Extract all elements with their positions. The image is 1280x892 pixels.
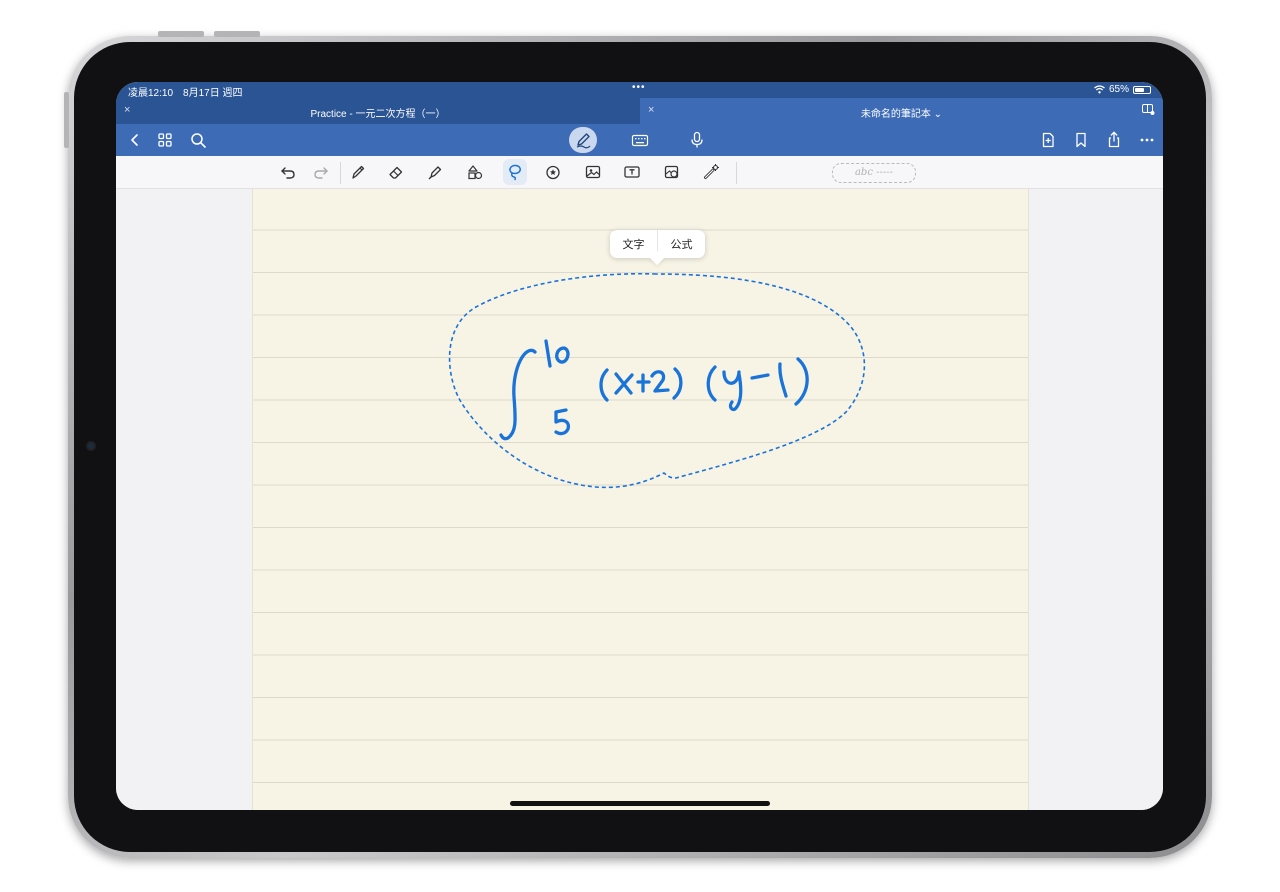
tab-title: Practice - 一元二次方程（一） [310,109,446,120]
volume-button [214,31,260,37]
lasso-icon[interactable] [505,162,525,182]
camera-icon[interactable] [662,162,682,182]
battery-percent: 65% [1108,84,1129,95]
pen-mode-icon[interactable] [572,129,594,151]
front-camera [88,443,94,449]
sticker-icon[interactable] [543,162,563,182]
wifi-icon [1094,85,1105,94]
highlighter-icon[interactable] [425,162,445,182]
lasso-convert-popup: 文字 公式 [610,230,705,266]
microphone-icon[interactable] [686,129,708,151]
convert-to-formula-button[interactable]: 公式 [657,230,705,258]
textbox-icon[interactable] [622,162,642,182]
laser-pointer-icon[interactable] [701,162,721,182]
battery-icon [1133,85,1151,94]
redo-icon[interactable] [311,162,331,182]
split-view-icon[interactable] [1141,102,1155,116]
shapes-icon[interactable] [465,162,485,182]
keyboard-icon[interactable] [629,129,651,151]
more-icon[interactable] [1136,129,1158,151]
note-page[interactable] [252,189,1029,810]
screen: × Practice - 一元二次方程（一） × 未命名的筆記本 ⌄ 凌晨12:… [116,82,1163,810]
image-icon[interactable] [583,162,603,182]
multitask-dots-icon[interactable]: ••• [632,82,646,93]
title-bar: × Practice - 一元二次方程（一） × 未命名的筆記本 ⌄ 凌晨12:… [116,82,1163,124]
drawing-tools-bar: abc ----- [116,156,1163,189]
handwriting-hint[interactable]: abc ----- [832,163,916,183]
bookmark-icon[interactable] [1070,129,1092,151]
undo-icon[interactable] [278,162,298,182]
tab-title: 未命名的筆記本 ⌄ [860,109,943,120]
tab-practice[interactable]: × Practice - 一元二次方程（一） [116,98,640,124]
tab-untitled-notebook[interactable]: × 未命名的筆記本 ⌄ [640,98,1163,124]
share-icon[interactable] [1103,129,1125,151]
power-button [64,92,69,148]
eraser-icon[interactable] [386,162,406,182]
grid-icon[interactable] [154,129,176,151]
chevron-left-icon[interactable] [124,129,146,151]
pen-icon[interactable] [348,162,368,182]
volume-button [158,31,204,37]
status-bar: 凌晨12:10 8月17日 週四 ••• 65% [116,82,1163,99]
status-time: 凌晨12:10 8月17日 週四 [128,88,243,99]
home-indicator[interactable] [510,801,770,806]
search-icon[interactable] [187,129,209,151]
main-toolbar [116,124,1163,156]
note-canvas-area [116,189,1163,810]
add-page-icon[interactable] [1037,129,1059,151]
convert-to-text-button[interactable]: 文字 [610,230,657,258]
